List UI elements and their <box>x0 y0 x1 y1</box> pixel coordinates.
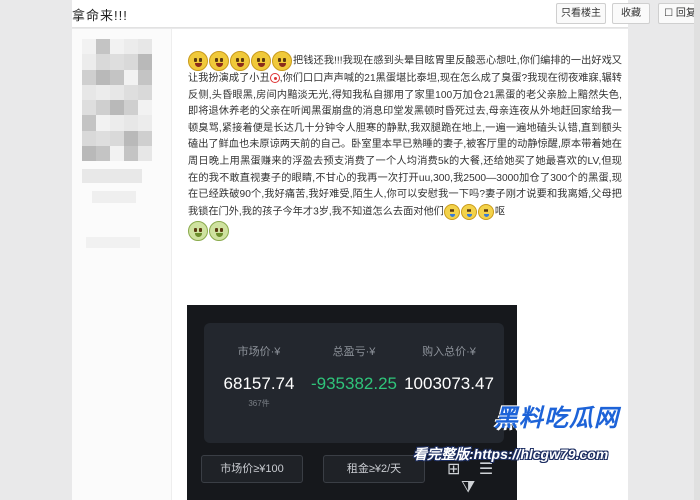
market-price-count: 367件 <box>248 399 270 408</box>
toolbar-icons: ⊞ ☰ ⧩ <box>447 459 517 497</box>
purchase-total-stat: 购入总价·¥ 1003073.47 <box>394 343 504 394</box>
purchase-total-value: 1003073.47 <box>404 374 494 393</box>
favorite-button[interactable]: 收藏 <box>612 3 650 24</box>
author-info <box>86 237 140 248</box>
scrollbar[interactable] <box>694 0 700 500</box>
cry-emoji-icon <box>209 51 229 71</box>
author-name[interactable] <box>82 169 142 183</box>
cry-emoji-icon <box>443 203 460 220</box>
rent-filter-button[interactable]: 租金≥¥2/天 <box>323 455 425 483</box>
author-level <box>92 191 136 203</box>
market-price-stat: 市场价·¥ 68157.74 367件 <box>204 343 314 409</box>
only-op-button[interactable]: 只看楼主 <box>556 3 606 24</box>
cry-emoji-icon <box>272 51 292 71</box>
cry-emoji-icon <box>230 51 250 71</box>
cry-emoji-icon <box>477 203 494 220</box>
market-price-value: 68157.74 <box>223 374 295 393</box>
post-intro: 把钱还我!!! <box>293 55 343 67</box>
cry-emoji-icon <box>188 51 208 71</box>
post-tail: 呕 <box>494 206 506 218</box>
filter-icon[interactable]: ⧩ <box>461 479 475 496</box>
author-sidebar <box>72 29 172 500</box>
purchase-total-label: 购入总价·¥ <box>422 346 476 358</box>
total-pnl-stat: 总盈亏·¥ -935382.25 <box>299 343 409 394</box>
thread-title: 拿命来!!! <box>72 8 128 23</box>
embedded-screenshot: 市场价·¥ 68157.74 367件 总盈亏·¥ -935382.25 购入总… <box>187 305 517 500</box>
watermark-brand: 黑料吃瓜网 <box>494 405 619 432</box>
post-content: 把钱还我!!!我现在感到头晕目眩胃里反酸恶心想吐,你们编排的一出好戏又让我扮演成… <box>188 51 622 242</box>
price-filter-button[interactable]: 市场价≥¥100 <box>201 455 303 483</box>
watermark-link[interactable]: 看完整版:https://hlcgw79.com <box>413 444 608 464</box>
reply-label: 回复 <box>675 8 696 19</box>
cry-emoji-icon <box>251 51 271 71</box>
reply-icon: ☐ <box>664 8 674 19</box>
post-body-2: ,你们口口声声喊的21黑蛋堪比泰坦,现在怎么成了臭蛋?我现在彻夜难寐,辗转反侧,… <box>188 73 622 218</box>
total-pnl-value: -935382.25 <box>310 374 398 393</box>
thread-header: 拿命来!!! 只看楼主 收藏 ☐ 回复 <box>72 0 700 28</box>
market-summary-card: 市场价·¥ 68157.74 367件 总盈亏·¥ -935382.25 购入总… <box>204 323 504 443</box>
vomit-emoji-icon <box>209 221 229 242</box>
vomit-emoji-icon <box>188 221 208 242</box>
clown-emoji-icon <box>269 73 280 84</box>
total-pnl-label: 总盈亏·¥ <box>332 346 376 358</box>
market-price-label: 市场价·¥ <box>237 346 281 358</box>
avatar[interactable] <box>82 39 152 161</box>
cry-emoji-icon <box>460 203 477 220</box>
